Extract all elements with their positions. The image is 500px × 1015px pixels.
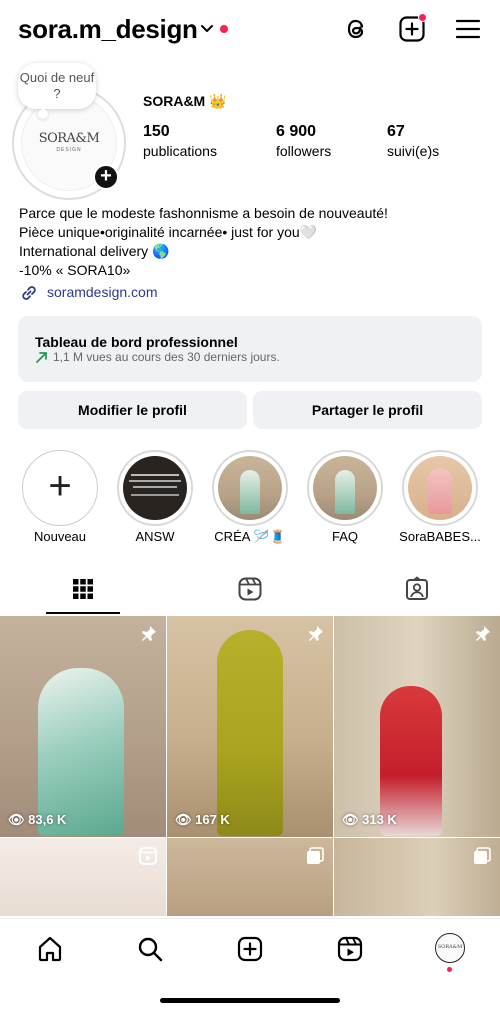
highlight-label: ANSW [135,529,175,544]
posts-label: publications [143,143,217,159]
profile-notification-dot [447,967,452,972]
profile-avatar-icon[interactable]: SORA&M [435,933,465,963]
highlight-image [313,456,377,520]
reels-icon [139,847,157,865]
pin-icon [309,626,323,641]
grid-icon [73,579,93,599]
chevron-down-icon[interactable] [200,22,214,36]
plus-icon: + [22,450,98,526]
post-tile[interactable]: 👁 167 K [167,616,333,837]
highlight-label: Nouveau [33,529,87,544]
avatar-logo-subtext: DESIGN [56,147,82,153]
trend-up-icon [36,352,47,363]
create-notification-dot [418,13,427,22]
threads-icon[interactable] [341,14,371,44]
carousel-icon [474,847,491,864]
highlight-image [408,456,472,520]
pin-icon [476,626,490,641]
tab-reels[interactable] [167,568,333,616]
display-name: SORA&M 👑 [143,93,227,109]
profile-tabs [0,568,500,616]
professional-dashboard[interactable]: Tableau de bord professionnel 1,1 M vues… [18,316,482,382]
post-tile[interactable] [167,838,333,916]
tagged-icon [406,576,428,600]
highlight-image [123,456,187,520]
top-bar: sora.m_design [0,0,500,60]
post-tile[interactable] [0,838,166,916]
posts-grid: 👁 83,6 K 👁 167 K 👁 313 K [0,616,500,916]
following-label[interactable]: suivi(e)s [387,143,439,159]
tab-tagged[interactable] [334,568,500,616]
highlight-label: CRÉA 🪡🧵 [214,529,286,544]
post-image-figure [38,668,124,836]
avatar-logo-text: SORA&M [38,131,100,146]
bio: Parce que le modeste fashonnisme a besoi… [19,204,388,280]
tab-grid[interactable] [0,568,166,616]
username[interactable]: sora.m_design [18,14,198,45]
post-tile[interactable]: 👁 83,6 K [0,616,166,837]
home-icon[interactable] [36,935,64,963]
search-icon[interactable] [136,935,164,963]
pin-icon [142,626,156,641]
note-bubble[interactable]: Quoi de neuf ? [18,63,96,119]
post-views: 👁 167 K [175,812,230,827]
share-profile-button[interactable]: Partager le profil [253,391,482,429]
bio-line: Pièce unique•originalité incarnée• just … [19,224,318,240]
website-link-text[interactable]: soramdesign.com [47,284,158,300]
highlight-label: FAQ [331,529,358,544]
highlight-label: SoraBABES... [399,529,481,544]
reels-icon[interactable] [336,935,364,963]
post-views: 👁 83,6 K [8,812,67,827]
bio-line: International delivery 🌎 [19,243,170,259]
home-indicator [160,998,340,1003]
post-image-figure [217,630,283,836]
post-views: 👁 313 K [342,812,397,827]
dashboard-subtitle: 1,1 M vues au cours des 30 derniers jour… [53,350,280,364]
bottom-navigation: SORA&M [0,918,500,980]
post-tile[interactable] [334,838,500,916]
posts-count: 150 [143,123,170,140]
menu-icon[interactable] [453,14,483,44]
post-tile[interactable]: 👁 313 K [334,616,500,837]
reels-icon [238,577,262,601]
highlight-image [218,456,282,520]
followers-count[interactable]: 6 900 [276,123,316,141]
bio-line: Parce que le modeste fashonnisme a besoi… [19,205,388,221]
bio-line: -10% « SORA10» [19,262,131,278]
link-icon [22,286,36,300]
carousel-icon [307,847,324,864]
dashboard-title: Tableau de bord professionnel [35,334,238,350]
edit-profile-button[interactable]: Modifier le profil [18,391,247,429]
create-icon[interactable] [236,935,264,963]
add-story-icon[interactable]: + [93,164,119,190]
active-tab-indicator [46,612,120,614]
notification-dot [220,25,228,33]
followers-label[interactable]: followers [276,143,331,159]
following-count[interactable]: 67 [387,123,405,141]
